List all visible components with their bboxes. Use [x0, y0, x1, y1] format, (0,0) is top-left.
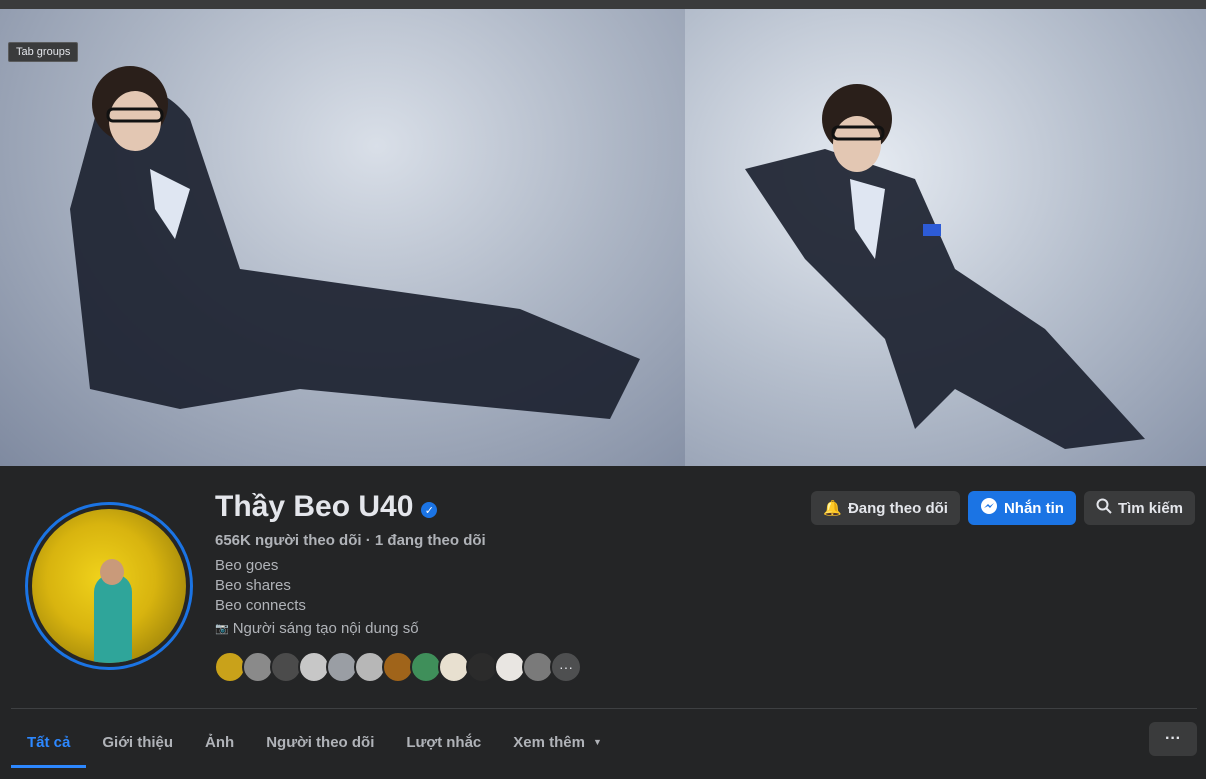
bio-line: Beo shares: [215, 577, 291, 594]
tab-see-more[interactable]: Xem thêm ▼: [497, 716, 618, 768]
more-dots-icon: ···: [1165, 730, 1181, 747]
tab-photos[interactable]: Ảnh: [189, 716, 250, 768]
profile-name-text: Thầy Beo U40: [215, 490, 414, 523]
following-count[interactable]: 1 đang theo dõi: [375, 532, 486, 549]
more-followers-icon[interactable]: ···: [550, 651, 582, 683]
cover-figure-right: [745, 84, 1145, 449]
chevron-down-icon: ▼: [592, 737, 602, 747]
bio-line: Beo connects: [215, 597, 306, 614]
cover-figure-left: [70, 66, 640, 419]
verified-badge-icon: ✓: [421, 502, 438, 518]
profile-stats: 656K người theo dõi · 1 đang theo dõi: [215, 532, 486, 549]
profile-bio: Beo goes Beo shares Beo connects: [215, 556, 306, 616]
tab-groups-label[interactable]: Tab groups: [8, 42, 79, 62]
cover-photo-left: [0, 9, 685, 466]
profile-tabs: Tất cả Giới thiệu Ảnh Người theo dõi Lượ…: [11, 716, 618, 768]
stats-separator: ·: [365, 532, 371, 549]
profile-name: Thầy Beo U40 ✓: [215, 490, 438, 524]
category-label: Người sáng tạo nội dung số: [232, 620, 419, 637]
cover-photo-right: [685, 9, 1206, 466]
tab-followers[interactable]: Người theo dõi: [250, 716, 390, 768]
follower-avatars[interactable]: ···: [214, 651, 582, 683]
tab-all[interactable]: Tất cả: [11, 716, 87, 768]
followers-count[interactable]: 656K người theo dõi: [215, 532, 362, 549]
tab-about[interactable]: Giới thiệu: [86, 716, 189, 768]
message-button[interactable]: Nhắn tin: [967, 491, 1076, 525]
avatar-image: [32, 509, 186, 663]
section-divider: [11, 708, 1197, 709]
profile-category: 📷 Người sáng tạo nội dung số: [215, 620, 419, 637]
following-button[interactable]: 🔔 Đang theo dõi: [811, 491, 960, 525]
bell-icon: 🔔: [823, 500, 842, 517]
camera-icon: 📷: [215, 623, 229, 635]
more-options-button[interactable]: ···: [1149, 722, 1197, 756]
bio-line: Beo goes: [215, 557, 279, 574]
profile-actions: 🔔 Đang theo dõi Nhắn tin Tìm kiếm: [811, 491, 1195, 525]
cover-photo[interactable]: Tab groups: [0, 9, 1206, 466]
messenger-icon: [980, 497, 998, 519]
profile-avatar[interactable]: [25, 502, 193, 670]
search-icon: [1096, 498, 1112, 518]
search-button[interactable]: Tìm kiếm: [1083, 491, 1195, 525]
tab-mentions[interactable]: Lượt nhắc: [390, 716, 497, 768]
browser-top-strip: [0, 0, 1206, 9]
